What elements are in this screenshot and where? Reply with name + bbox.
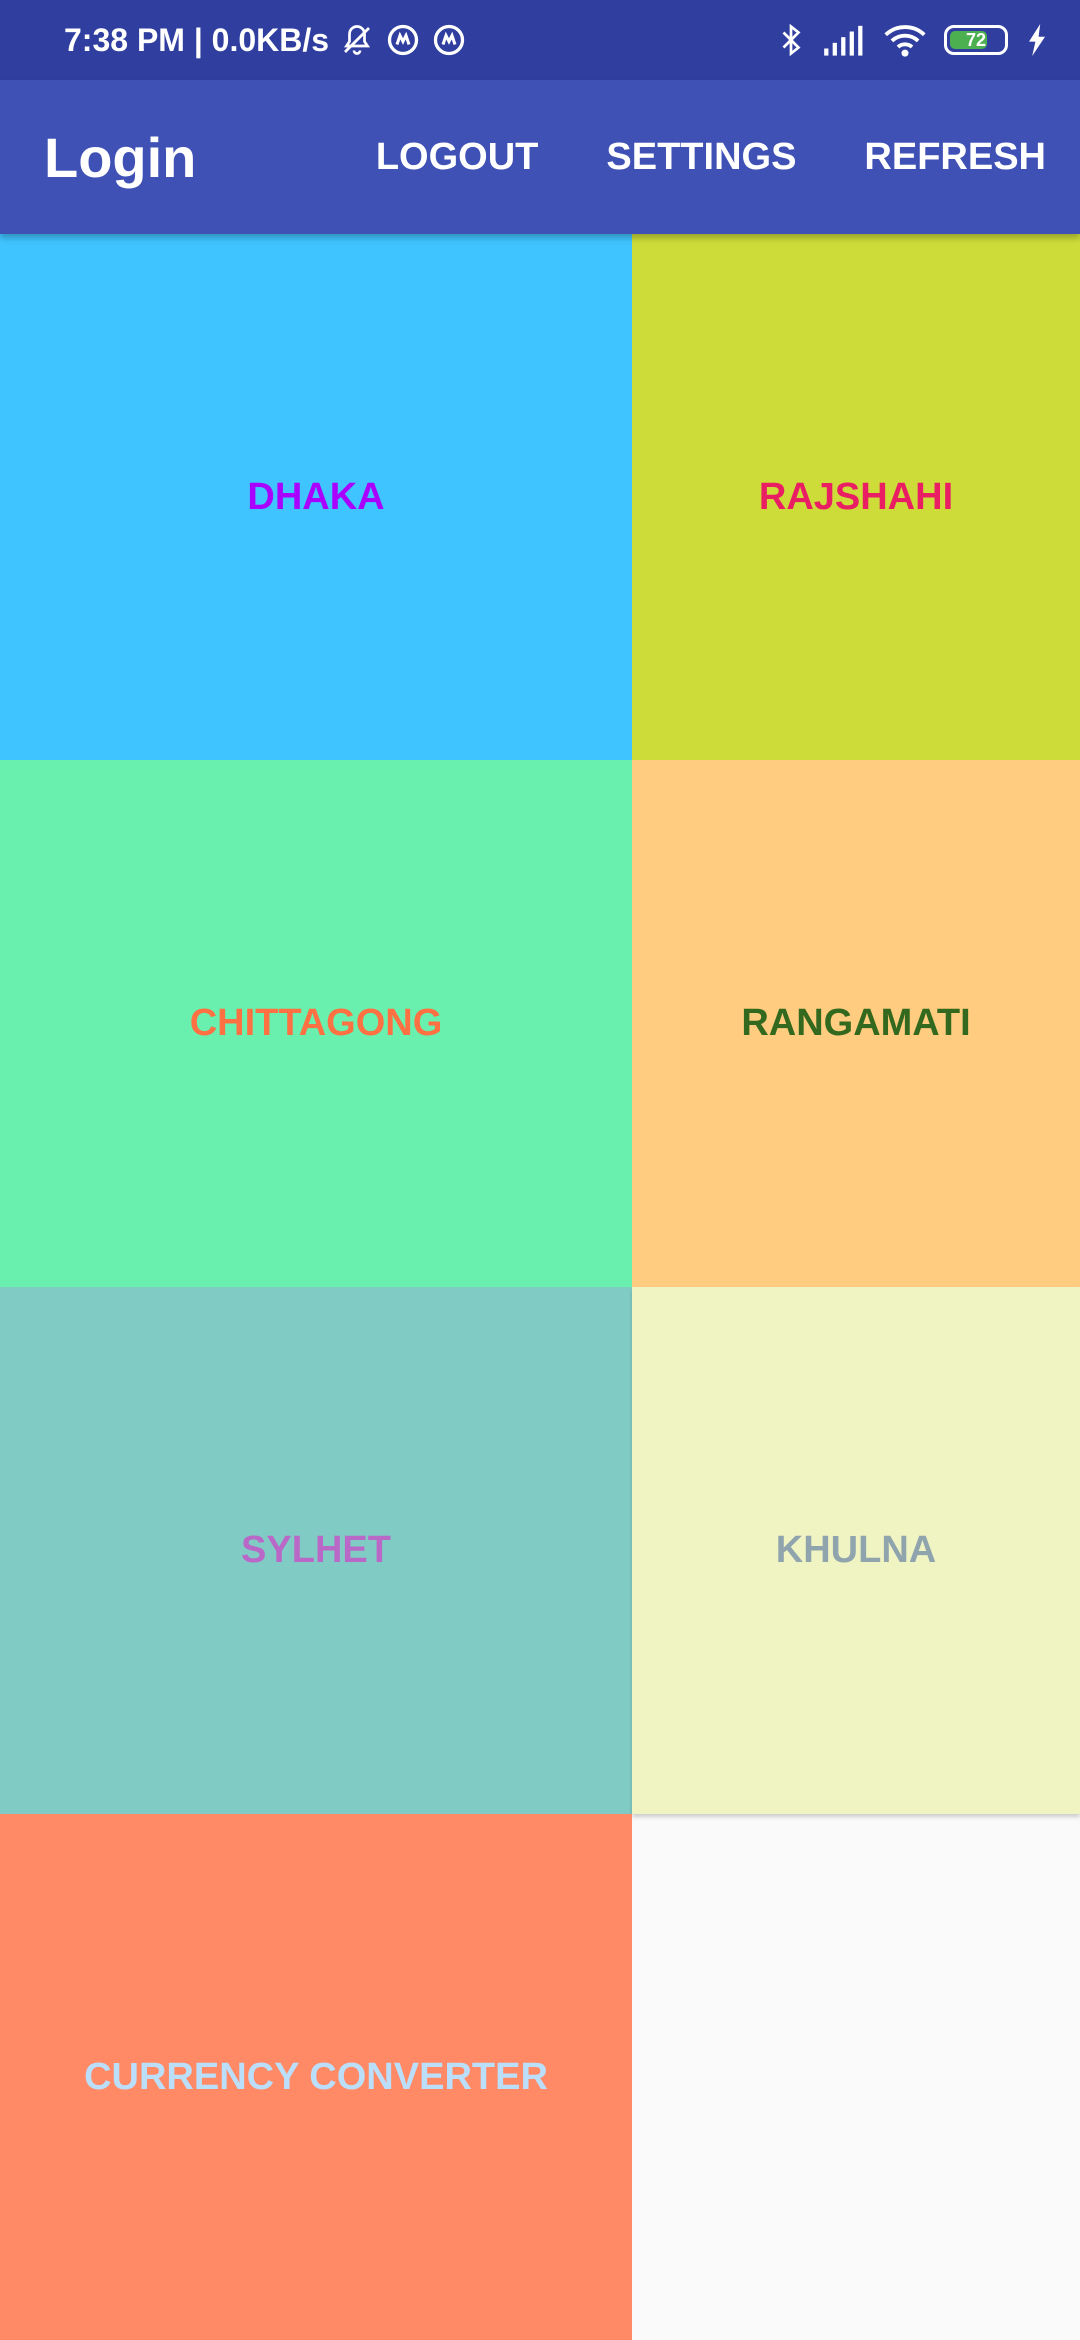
status-left: 7:38 PM | 0.0KB/s — [64, 0, 467, 80]
tile-dhaka[interactable]: DHAKA — [0, 234, 632, 760]
logout-button[interactable]: LOGOUT — [342, 136, 573, 179]
tile-sylhet[interactable]: SYLHET — [0, 1287, 632, 1814]
sync-icon — [387, 24, 419, 56]
charging-icon — [1029, 24, 1045, 56]
refresh-button[interactable]: REFRESH — [830, 136, 1080, 179]
tile-label: RAJSHAHI — [758, 475, 954, 518]
settings-button[interactable]: SETTINGS — [572, 136, 830, 179]
app-actions: LOGOUT SETTINGS REFRESH — [342, 80, 1080, 234]
status-time: 7:38 PM | 0.0KB/s — [64, 21, 330, 58]
tile-currency-converter[interactable]: CURRENCY CONVERTER — [0, 1814, 632, 2340]
tile-khulna[interactable]: KHULNA — [632, 1287, 1080, 1814]
sync-icon — [433, 24, 465, 56]
battery-icon: 72 — [944, 25, 1008, 55]
app-title: Login — [44, 125, 197, 189]
tile-label: CHITTAGONG — [189, 1002, 443, 1044]
app-bar: Login LOGOUT SETTINGS REFRESH — [0, 80, 1080, 234]
tile-chittagong[interactable]: CHITTAGONG — [0, 760, 632, 1287]
bluetooth-icon — [782, 23, 801, 57]
tile-label: CURRENCY CONVERTER — [84, 2055, 548, 2098]
wifi-icon — [884, 25, 926, 57]
tile-label: DHAKA — [247, 475, 385, 518]
status-right: 72 — [760, 0, 1048, 80]
tile-rajshahi[interactable]: RAJSHAHI — [632, 234, 1080, 760]
tile-label: KHULNA — [775, 1529, 937, 1571]
tile-label: RANGAMATI — [741, 1002, 971, 1044]
tile-label: SYLHET — [241, 1529, 391, 1571]
battery-level: 72 — [965, 29, 987, 50]
status-bar: 7:38 PM | 0.0KB/s 72 — [0, 0, 1080, 80]
tile-rangamati[interactable]: RANGAMATI — [632, 760, 1080, 1287]
signal-icon — [824, 25, 863, 56]
bell-off-icon — [344, 25, 371, 55]
